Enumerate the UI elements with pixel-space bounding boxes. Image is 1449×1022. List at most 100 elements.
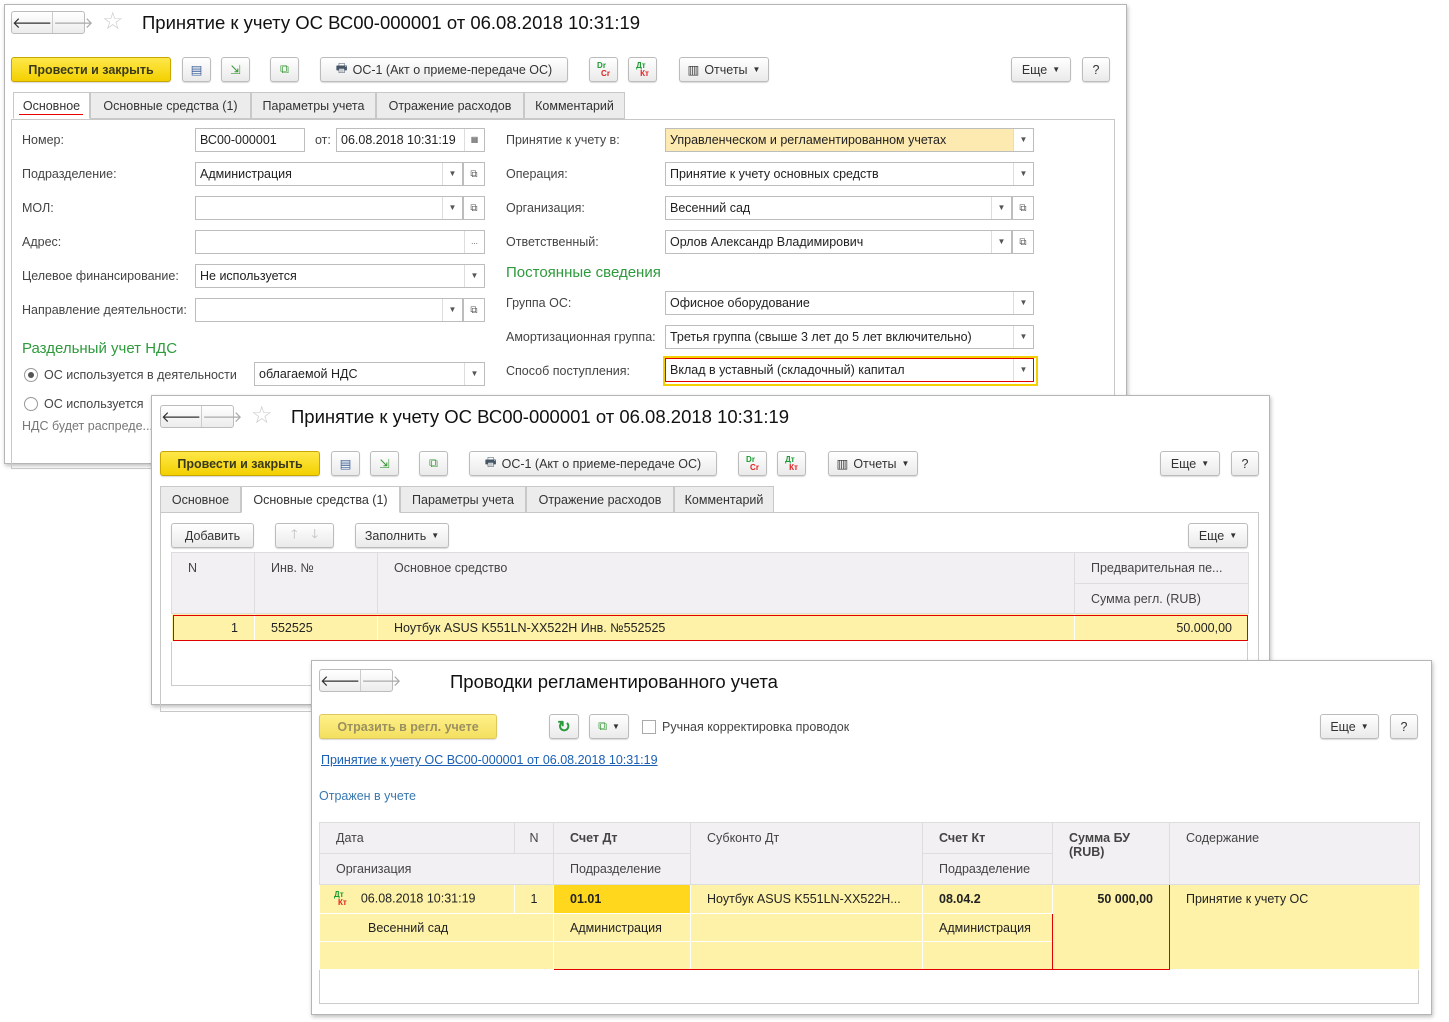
chevron-down-icon[interactable]: ▼ (1013, 326, 1033, 348)
arrow-down-icon[interactable]: 🡓 (312, 525, 319, 546)
dt-kt-button[interactable]: Дт Кт (628, 57, 657, 82)
add-button[interactable]: Добавить (171, 523, 254, 548)
target-fin-field[interactable]: Не используется ▼ (195, 264, 485, 288)
save-button[interactable]: ▤ (331, 451, 360, 476)
open-icon[interactable]: ⧉ (463, 196, 485, 220)
post-button[interactable]: ⇲ (221, 57, 250, 82)
forward-arrow-icon[interactable]: 🡒 (52, 12, 93, 33)
col-organization[interactable]: Организация (319, 853, 554, 885)
tab-expenses[interactable]: Отражение расходов (526, 486, 674, 513)
fill-button[interactable]: Заполнить ▼ (355, 523, 449, 548)
chevron-down-icon[interactable]: ▼ (442, 299, 462, 321)
tab-accounting-params[interactable]: Параметры учета (251, 92, 376, 119)
back-arrow-icon[interactable]: 🡐 (320, 670, 360, 691)
copy-dropdown-button[interactable]: ⧉ ▼ (589, 714, 629, 739)
operation-field[interactable]: Принятие к учету основных средств ▼ (665, 162, 1034, 186)
direction-field[interactable]: ▼ (195, 298, 463, 322)
chevron-down-icon[interactable]: ▼ (1013, 359, 1033, 381)
col-preliminary[interactable]: Предварительная пе... (1074, 552, 1249, 584)
tab-fixed-assets[interactable]: Основные средства (1) (90, 92, 251, 119)
col-sum[interactable]: Сумма регл. (RUB) (1074, 583, 1249, 614)
tab-comment[interactable]: Комментарий (674, 486, 774, 513)
reflect-button[interactable]: Отразить в регл. учете (319, 714, 497, 739)
arrow-up-icon[interactable]: 🡑 (291, 525, 298, 546)
number-field[interactable]: ВС00-000001 (195, 128, 305, 152)
favorite-star-icon[interactable]: ☆ (251, 401, 273, 430)
refresh-button[interactable]: ↻ (549, 714, 579, 739)
mol-field[interactable]: ▼ (195, 196, 463, 220)
receipt-field[interactable]: Вклад в уставный (складочный) капитал ▼ (665, 358, 1034, 382)
org-field[interactable]: Весенний сад ▼ (665, 196, 1012, 220)
back-arrow-icon[interactable]: 🡐 (161, 406, 201, 427)
reports-button[interactable]: ▥ Отчеты ▼ (828, 451, 918, 476)
print-os1-button[interactable]: 🖶 ОС-1 (Акт о приеме-передаче ОС) (320, 57, 568, 82)
dt-kt-button[interactable]: Дт Кт (777, 451, 806, 476)
division-field[interactable]: Администрация ▼ (195, 162, 463, 186)
more-button[interactable]: Еще ▼ (1160, 451, 1220, 476)
create-based-on-button[interactable]: ⧉ (419, 451, 448, 476)
col-division-kt[interactable]: Подразделение (922, 853, 1053, 885)
col-account-kt[interactable]: Счет Кт (922, 822, 1053, 854)
ellipsis-button[interactable]: ... (464, 231, 484, 253)
open-icon[interactable]: ⧉ (1012, 196, 1034, 220)
radio-vat-other[interactable] (24, 397, 38, 411)
table-more-button[interactable]: Еще ▼ (1188, 523, 1248, 548)
post-and-close-button[interactable]: Провести и закрыть (160, 451, 320, 476)
col-asset[interactable]: Основное средство (377, 552, 1075, 614)
post-button[interactable]: ⇲ (370, 451, 399, 476)
chevron-down-icon[interactable]: ▼ (1013, 292, 1033, 314)
calendar-icon[interactable]: ▦ (464, 129, 484, 151)
accept-in-field[interactable]: Управленческом и регламентированном учет… (665, 128, 1034, 152)
tab-comment[interactable]: Комментарий (524, 92, 625, 119)
forward-arrow-icon[interactable]: 🡒 (360, 670, 401, 691)
manual-correction-checkbox[interactable] (642, 720, 656, 734)
open-icon[interactable]: ⧉ (1012, 230, 1034, 254)
chevron-down-icon[interactable]: ▼ (464, 265, 484, 287)
reports-button[interactable]: ▥ Отчеты ▼ (679, 57, 769, 82)
help-button[interactable]: ? (1231, 451, 1259, 476)
dr-cr-button[interactable]: Dr Cr (738, 451, 767, 476)
open-icon[interactable]: ⧉ (463, 298, 485, 322)
col-n[interactable]: N (514, 822, 554, 854)
help-button[interactable]: ? (1390, 714, 1418, 739)
open-icon[interactable]: ⧉ (463, 162, 485, 186)
tab-main[interactable]: Основное (160, 486, 241, 513)
dr-cr-button[interactable]: Dr Cr (589, 57, 618, 82)
amort-field[interactable]: Третья группа (свыше 3 лет до 5 лет вклю… (665, 325, 1034, 349)
col-subconto-dt[interactable]: Субконто Дт (690, 822, 923, 885)
chevron-down-icon[interactable]: ▼ (442, 163, 462, 185)
col-account-dt[interactable]: Счет Дт (553, 822, 691, 854)
more-button[interactable]: Еще ▼ (1320, 714, 1379, 739)
table-row[interactable]: Дт Кт 06.08.2018 10:31:19 1 01.01 Ноутбук … (319, 884, 1420, 970)
chevron-down-icon[interactable]: ▼ (991, 197, 1011, 219)
create-based-on-button[interactable]: ⧉ (270, 57, 299, 82)
chevron-down-icon[interactable]: ▼ (991, 231, 1011, 253)
help-button[interactable]: ? (1082, 57, 1110, 82)
tab-accounting-params[interactable]: Параметры учета (400, 486, 526, 513)
col-division-dt[interactable]: Подразделение (553, 853, 691, 885)
chevron-down-icon[interactable]: ▼ (1013, 163, 1033, 185)
document-link[interactable]: Принятие к учету ОС ВС00-000001 от 06.08… (321, 753, 658, 767)
col-n[interactable]: N (171, 552, 255, 614)
col-sum-bu[interactable]: Сумма БУ (RUB) (1052, 822, 1170, 885)
chevron-down-icon[interactable]: ▼ (1013, 129, 1033, 151)
tab-expenses[interactable]: Отражение расходов (376, 92, 524, 119)
more-button[interactable]: Еще ▼ (1011, 57, 1071, 82)
col-content[interactable]: Содержание (1169, 822, 1420, 885)
tab-fixed-assets[interactable]: Основные средства (1) (241, 486, 400, 513)
vat-usage-field[interactable]: облагаемой НДС ▼ (254, 362, 485, 386)
favorite-star-icon[interactable]: ☆ (102, 7, 124, 36)
col-inv[interactable]: Инв. № (254, 552, 378, 614)
print-os1-button[interactable]: 🖶 ОС-1 (Акт о приеме-передаче ОС) (469, 451, 717, 476)
col-date[interactable]: Дата (319, 822, 515, 854)
responsible-field[interactable]: Орлов Александр Владимирович ▼ (665, 230, 1012, 254)
group-field[interactable]: Офисное оборудование ▼ (665, 291, 1034, 315)
back-arrow-icon[interactable]: 🡐 (12, 12, 52, 33)
post-and-close-button[interactable]: Провести и закрыть (11, 57, 171, 82)
forward-arrow-icon[interactable]: 🡒 (201, 406, 242, 427)
address-field[interactable]: ... (195, 230, 485, 254)
chevron-down-icon[interactable]: ▼ (464, 363, 484, 385)
date-field[interactable]: 06.08.2018 10:31:19 ▦ (336, 128, 485, 152)
table-row[interactable]: 1 552525 Ноутбук ASUS K551LN-XX522H Инв. №… (171, 613, 1249, 642)
radio-vat-taxable[interactable] (24, 368, 38, 382)
